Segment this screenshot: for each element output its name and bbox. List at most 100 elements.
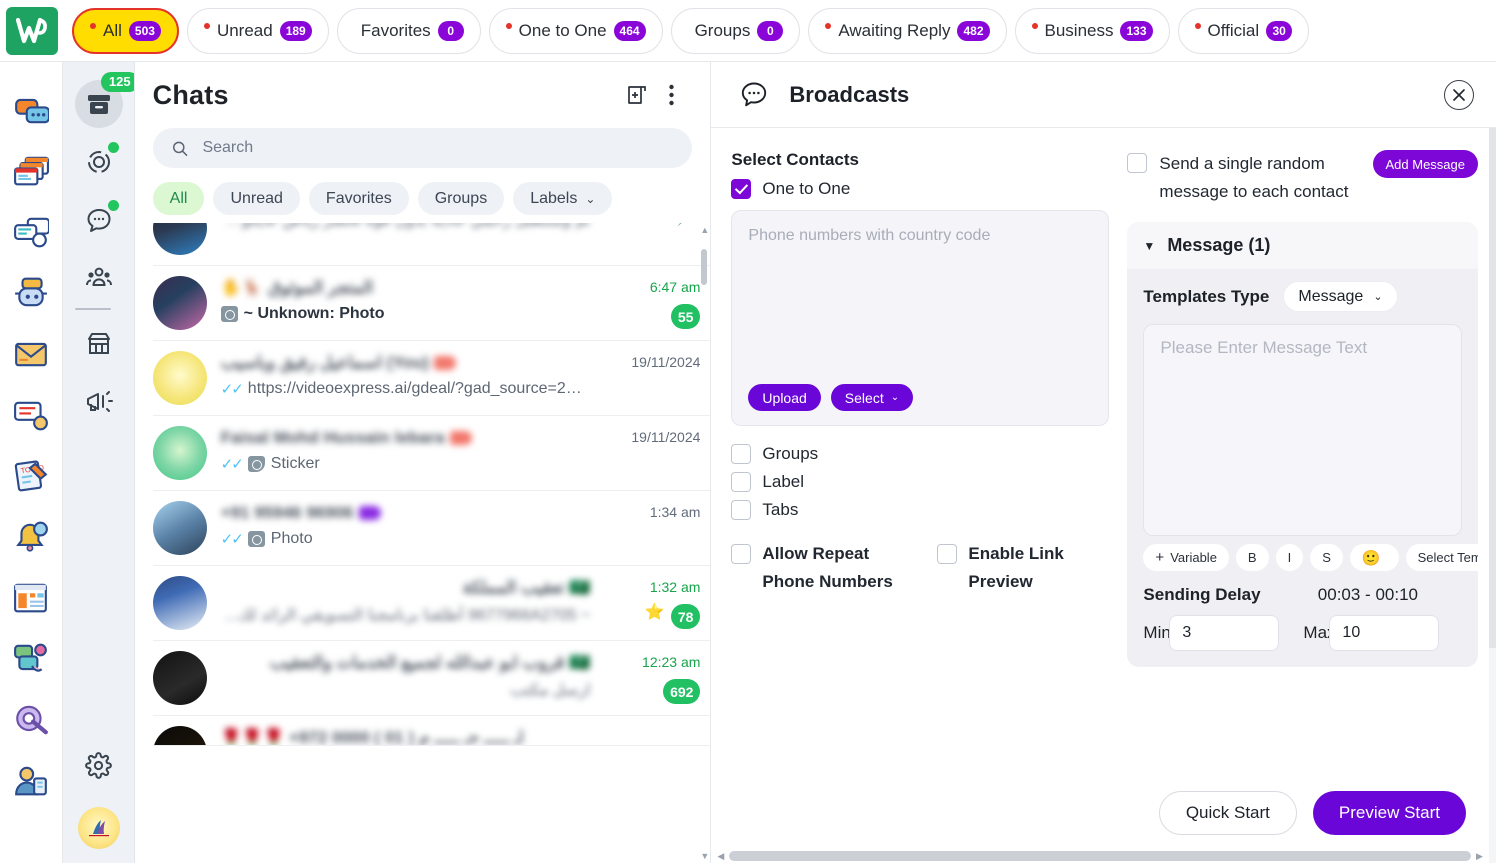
rail-item-bell-clock[interactable] — [11, 517, 51, 555]
user-avatar[interactable] — [77, 807, 120, 849]
msg-tool-select-tem[interactable]: Select Tem — [1405, 544, 1478, 571]
filter-tab-all[interactable]: All 503 — [72, 7, 179, 54]
chat-row[interactable]: 🌹🌹🌹 +972 0000 ( 01 ) لـ ـــــ حـ ـــــ م — [152, 716, 711, 746]
phone-numbers-textarea[interactable]: Phone numbers with country code Upload S… — [731, 210, 1110, 426]
message-toolbar: + Variable B I S 🙂 Select Tem — [1143, 544, 1478, 571]
templates-type-select[interactable]: Message ⌄ — [1283, 281, 1398, 312]
filter-tab-unread[interactable]: Unread 189 — [186, 7, 329, 54]
settings-gear-button[interactable] — [75, 741, 123, 789]
rail-item-todo-list[interactable]: TO DO — [11, 456, 51, 494]
chat-list-scrollbar[interactable]: ▲ ▼ — [700, 223, 709, 863]
search-box[interactable] — [152, 128, 693, 168]
scroll-up-arrow[interactable]: ▲ — [700, 225, 709, 235]
rail-b-item-community[interactable] — [75, 254, 123, 302]
option-checkbox[interactable] — [731, 544, 752, 564]
filter-tab-one-to-one[interactable]: One to One 464 — [488, 7, 663, 54]
name-emoji: ✋🦌 — [220, 278, 263, 297]
msg-tool-emoji-icon[interactable]: 🙂 — [1349, 544, 1399, 571]
option-checkbox[interactable] — [731, 500, 752, 520]
option-allow-repeat-phone-numbers[interactable]: Allow Repeat Phone Numbers — [731, 540, 903, 596]
chat-filter-unread[interactable]: Unread — [213, 182, 300, 215]
chat-filter-groups[interactable]: Groups — [417, 182, 505, 215]
chat-row[interactable]: Faisal Mohd Hussain lebara ✓✓ Sticker 19/11… — [152, 416, 711, 491]
chat-row[interactable]: +91 95946 96906 ✓✓ Photo 1:34 am — [152, 491, 711, 566]
msg-tool-label: Select Tem — [1417, 550, 1478, 565]
rail-item-click-bubbles[interactable] — [11, 639, 51, 677]
one-to-one-checkbox[interactable] — [731, 179, 752, 199]
rail-item-envelope[interactable] — [11, 334, 51, 372]
upload-button[interactable]: Upload — [748, 384, 821, 411]
broadcasts-header: Broadcasts — [711, 62, 1496, 128]
option-checkbox[interactable] — [731, 472, 752, 492]
hscroll-right-arrow[interactable]: ▶ — [1476, 851, 1483, 862]
filter-tab-awaiting-reply[interactable]: Awaiting Reply 482 — [808, 7, 1007, 54]
option-checkbox[interactable] — [731, 444, 752, 464]
chat-name: المتجر الموثوق — [268, 278, 374, 297]
chat-row[interactable]: تم وستنقبل رحمي عاديه بدون قوة لحضر رياض… — [152, 223, 711, 266]
panel-vertical-scrollbar[interactable] — [1489, 128, 1496, 863]
filter-tab-official[interactable]: Official 30 — [1177, 7, 1310, 54]
hscroll-left-arrow[interactable]: ◀ — [717, 851, 724, 862]
panel-horizontal-scrollbar[interactable]: ◀ ▶ — [711, 849, 1496, 863]
search-icon — [172, 141, 187, 156]
chat-row[interactable]: اسماعيل رفيق وباسيب (You) ✓✓ https://video… — [152, 341, 711, 416]
photo-icon — [220, 306, 238, 322]
option-groups[interactable]: Groups — [731, 444, 1109, 464]
app-logo[interactable] — [6, 6, 58, 55]
chat-filter-all[interactable]: All — [152, 182, 205, 215]
option-tabs[interactable]: Tabs — [731, 500, 1109, 520]
rail-b-item-store[interactable] — [75, 320, 123, 368]
page-title: Chats — [152, 79, 229, 110]
chat-menu-button[interactable] — [654, 78, 688, 112]
windows-stack-icon — [14, 156, 50, 185]
chat-row[interactable]: ✋🦌 المتجر الموثوق ~ Unknown: Photo 6:47 am 5… — [152, 266, 711, 341]
filter-tab-groups[interactable]: Groups 0 — [670, 7, 801, 54]
new-chat-button[interactable] — [620, 78, 654, 112]
msg-tool-variable[interactable]: + Variable — [1143, 544, 1229, 571]
search-input[interactable] — [202, 139, 675, 157]
rail-item-message-group[interactable] — [11, 212, 51, 250]
filter-tab-business[interactable]: Business 133 — [1014, 7, 1170, 54]
rail-b-item-megaphone[interactable] — [75, 378, 123, 426]
rail-b-item-archive-chats[interactable]: 125 — [74, 72, 134, 128]
rail-item-dashboard[interactable] — [11, 578, 51, 616]
rail-b-item-chat-dots[interactable] — [75, 196, 123, 244]
panel-scroll-thumb[interactable] — [1489, 128, 1496, 648]
random-message-checkbox[interactable] — [1127, 153, 1148, 173]
option-checkbox[interactable] — [937, 544, 958, 564]
preview-start-button[interactable]: Preview Start — [1312, 791, 1466, 835]
chat-row[interactable]: 🇸🇦 تعقيب المملكة ~ 9677966A2705 أطلقنا برن… — [152, 566, 711, 641]
rail-item-windows-stack[interactable] — [11, 151, 51, 189]
add-message-button[interactable]: Add Message — [1372, 150, 1478, 178]
msg-tool-b[interactable]: B — [1235, 544, 1269, 571]
chat-filter-favorites[interactable]: Favorites — [308, 182, 409, 215]
rail-item-agent-support[interactable] — [11, 761, 51, 799]
option-label[interactable]: Label — [731, 472, 1109, 492]
gear-wrench-icon — [16, 705, 49, 734]
rail-item-chat-bubbles[interactable] — [11, 90, 51, 128]
chat-filter-labels[interactable]: Labels ⌄ — [513, 182, 613, 215]
rail-item-gear-wrench[interactable] — [11, 700, 51, 738]
rail-item-message-bell[interactable] — [11, 395, 51, 433]
chat-row[interactable]: 🇸🇦 قروب ابو عبدالله لجميع الخدمات والتعقي… — [152, 641, 711, 716]
option-enable-link-preview[interactable]: Enable Link Preview — [937, 540, 1109, 596]
msg-tool-s[interactable]: S — [1310, 544, 1343, 571]
rail-b-item-status-ring[interactable] — [75, 138, 123, 186]
min-delay-input[interactable] — [1169, 615, 1280, 651]
close-panel-button[interactable] — [1444, 79, 1474, 110]
rail-item-chatbot[interactable] — [11, 273, 51, 311]
select-button[interactable]: Select ⌄ — [830, 384, 914, 411]
message-card-header[interactable]: ▼ Message (1) — [1127, 222, 1478, 269]
one-to-one-option[interactable]: One to One — [731, 179, 1109, 199]
filter-tab-favorites[interactable]: Favorites 0 — [336, 7, 481, 54]
msg-tool-i[interactable]: I — [1275, 544, 1304, 571]
quick-start-button[interactable]: Quick Start — [1158, 791, 1297, 835]
hscroll-thumb[interactable] — [729, 851, 1472, 861]
chat-list[interactable]: ▲ ▼ تم وستنقبل رحمي عاديه بدون قوة لحضر … — [135, 223, 711, 863]
chat-name: تعقيب المملكة — [462, 578, 565, 597]
message-text-area[interactable]: Please Enter Message Text — [1143, 324, 1462, 536]
scroll-thumb[interactable] — [701, 249, 708, 285]
max-delay-input[interactable] — [1329, 615, 1440, 651]
chat-filter-label: Groups — [434, 189, 488, 207]
scroll-down-arrow[interactable]: ▼ — [700, 851, 709, 861]
